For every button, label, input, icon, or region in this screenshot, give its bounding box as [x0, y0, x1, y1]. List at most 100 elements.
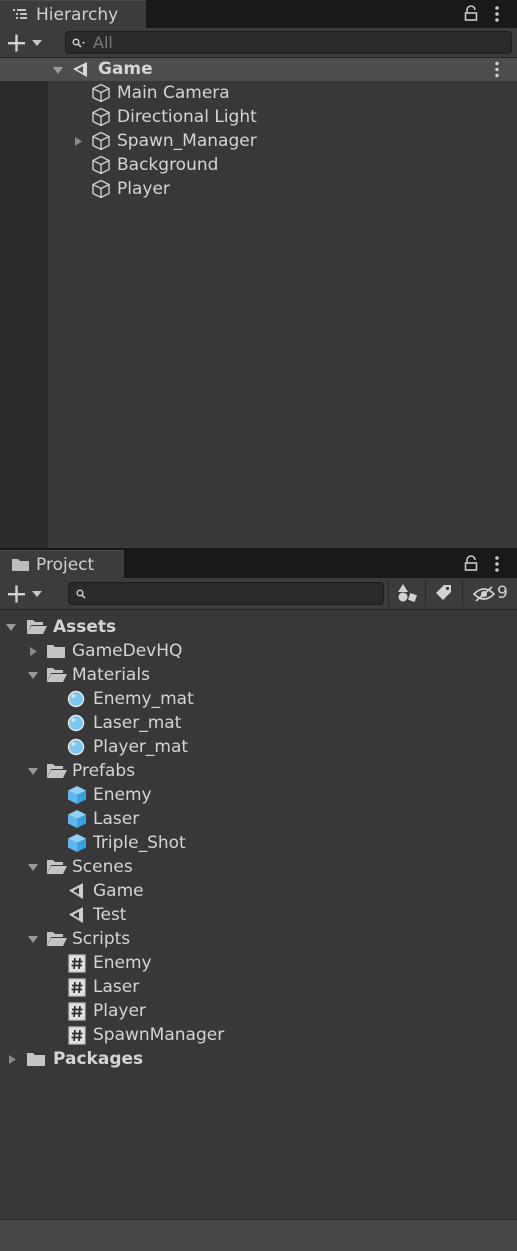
expand-arrow-icon[interactable] — [5, 623, 17, 632]
open-folder-icon — [47, 668, 67, 682]
hidden-packages-toggle[interactable]: 9 — [462, 580, 517, 607]
tree-label: Enemy — [93, 953, 152, 973]
csharp-script-icon — [68, 978, 86, 997]
project-toolbar: 9 — [0, 578, 517, 610]
prefab-cube-icon — [68, 810, 86, 828]
project-tab-label: Project — [36, 555, 95, 575]
csharp-script-icon — [68, 1002, 86, 1021]
tree-label: GameDevHQ — [72, 641, 183, 661]
open-folder-icon — [47, 764, 67, 778]
more-options-icon[interactable] — [494, 555, 500, 573]
search-by-type-button[interactable] — [388, 580, 425, 607]
hierarchy-item-spawn-manager[interactable]: Spawn_Manager — [0, 129, 517, 153]
tree-label: SpawnManager — [93, 1025, 225, 1045]
prefab-cube-icon — [68, 786, 86, 804]
tree-folder-assets[interactable]: Assets — [0, 615, 517, 639]
tree-scene-test[interactable]: Test — [0, 903, 517, 927]
tree-label: Enemy_mat — [93, 689, 194, 709]
expand-arrow-icon[interactable] — [27, 767, 39, 776]
hierarchy-item-player[interactable]: Player — [0, 177, 517, 201]
hierarchy-search-input[interactable]: All — [65, 31, 512, 54]
hierarchy-tab[interactable]: Hierarchy — [0, 0, 146, 28]
tree-folder-prefabs[interactable]: Prefabs — [0, 759, 517, 783]
more-options-icon[interactable] — [494, 5, 500, 23]
tree-label: Game — [93, 881, 144, 901]
search-by-label-button[interactable] — [425, 580, 462, 607]
hierarchy-item-background[interactable]: Background — [0, 153, 517, 177]
folder-icon — [27, 1053, 45, 1066]
tree-label: Prefabs — [72, 761, 136, 781]
collapse-arrow-icon[interactable] — [29, 646, 38, 657]
hierarchy-tab-label: Hierarchy — [36, 5, 119, 25]
search-icon — [76, 589, 86, 599]
expand-arrow-icon[interactable] — [52, 66, 64, 75]
expand-arrow-icon[interactable] — [27, 671, 39, 680]
tree-label: Laser_mat — [93, 713, 182, 733]
project-tab[interactable]: Project — [0, 550, 124, 578]
tree-script-player[interactable]: Player — [0, 999, 517, 1023]
create-dropdown-button[interactable] — [6, 31, 50, 55]
hierarchy-item-main-camera[interactable]: Main Camera — [0, 81, 517, 105]
item-label: Player — [117, 179, 170, 199]
project-footer-bar — [0, 1219, 517, 1251]
tree-folder-scripts[interactable]: Scripts — [0, 927, 517, 951]
tree-folder-materials[interactable]: Materials — [0, 663, 517, 687]
tree-prefab-triple-shot[interactable]: Triple_Shot — [0, 831, 517, 855]
tree-material-player-mat[interactable]: Player_mat — [0, 735, 517, 759]
open-folder-icon — [47, 860, 67, 874]
tree-material-laser-mat[interactable]: Laser_mat — [0, 711, 517, 735]
search-icon — [72, 38, 85, 48]
csharp-script-icon — [68, 954, 86, 973]
material-sphere-icon — [67, 738, 85, 756]
unity-scene-icon — [69, 883, 83, 899]
item-label: Main Camera — [117, 83, 230, 103]
folder-icon — [12, 559, 29, 571]
prefab-cube-icon — [68, 834, 86, 852]
csharp-script-icon — [68, 1026, 86, 1045]
tree-label: Test — [93, 905, 127, 925]
create-dropdown-button[interactable] — [6, 582, 50, 606]
tree-script-laser[interactable]: Laser — [0, 975, 517, 999]
tree-scene-game[interactable]: Game — [0, 879, 517, 903]
hidden-packages-count: 9 — [497, 583, 508, 603]
unity-scene-icon — [69, 907, 83, 923]
project-tab-bar: Project — [0, 550, 517, 578]
unity-scene-icon — [73, 62, 87, 77]
lock-icon[interactable] — [464, 555, 478, 571]
open-folder-icon — [47, 932, 67, 946]
tree-script-enemy[interactable]: Enemy — [0, 951, 517, 975]
tree-prefab-enemy[interactable]: Enemy — [0, 783, 517, 807]
scene-row-game[interactable]: Game — [0, 58, 517, 81]
tree-folder-scenes[interactable]: Scenes — [0, 855, 517, 879]
tree-prefab-laser[interactable]: Laser — [0, 807, 517, 831]
gameobject-cube-icon — [92, 179, 110, 199]
expand-arrow-icon[interactable] — [27, 935, 39, 944]
tree-label: Player — [93, 1001, 146, 1021]
tree-label: Materials — [72, 665, 150, 685]
tree-label: Scripts — [72, 929, 131, 949]
collapse-arrow-icon[interactable] — [74, 136, 83, 147]
tag-icon — [436, 585, 451, 600]
shapes-filter-icon — [398, 584, 417, 602]
expand-arrow-icon[interactable] — [27, 863, 39, 872]
collapse-arrow-icon[interactable] — [8, 1054, 17, 1065]
folder-icon — [47, 645, 65, 658]
plus-dropdown-icon — [8, 585, 42, 603]
scene-more-icon[interactable] — [494, 61, 500, 78]
tree-label: Player_mat — [93, 737, 189, 757]
hierarchy-toolbar: All — [0, 28, 517, 58]
project-search-input[interactable] — [68, 582, 384, 605]
lock-icon[interactable] — [464, 5, 478, 21]
tree-material-enemy-mat[interactable]: Enemy_mat — [0, 687, 517, 711]
gameobject-cube-icon — [92, 107, 110, 127]
hierarchy-item-directional-light[interactable]: Directional Light — [0, 105, 517, 129]
tree-folder-gamedevhq[interactable]: GameDevHQ — [0, 639, 517, 663]
tree-folder-packages[interactable]: Packages — [0, 1047, 517, 1071]
gameobject-cube-icon — [92, 131, 110, 151]
tree-label: Packages — [53, 1049, 144, 1069]
tree-label: Assets — [53, 617, 117, 637]
tree-label: Scenes — [72, 857, 133, 877]
tree-script-spawnmanager[interactable]: SpawnManager — [0, 1023, 517, 1047]
hierarchy-tab-bar: Hierarchy — [0, 0, 517, 28]
gameobject-cube-icon — [92, 83, 110, 103]
